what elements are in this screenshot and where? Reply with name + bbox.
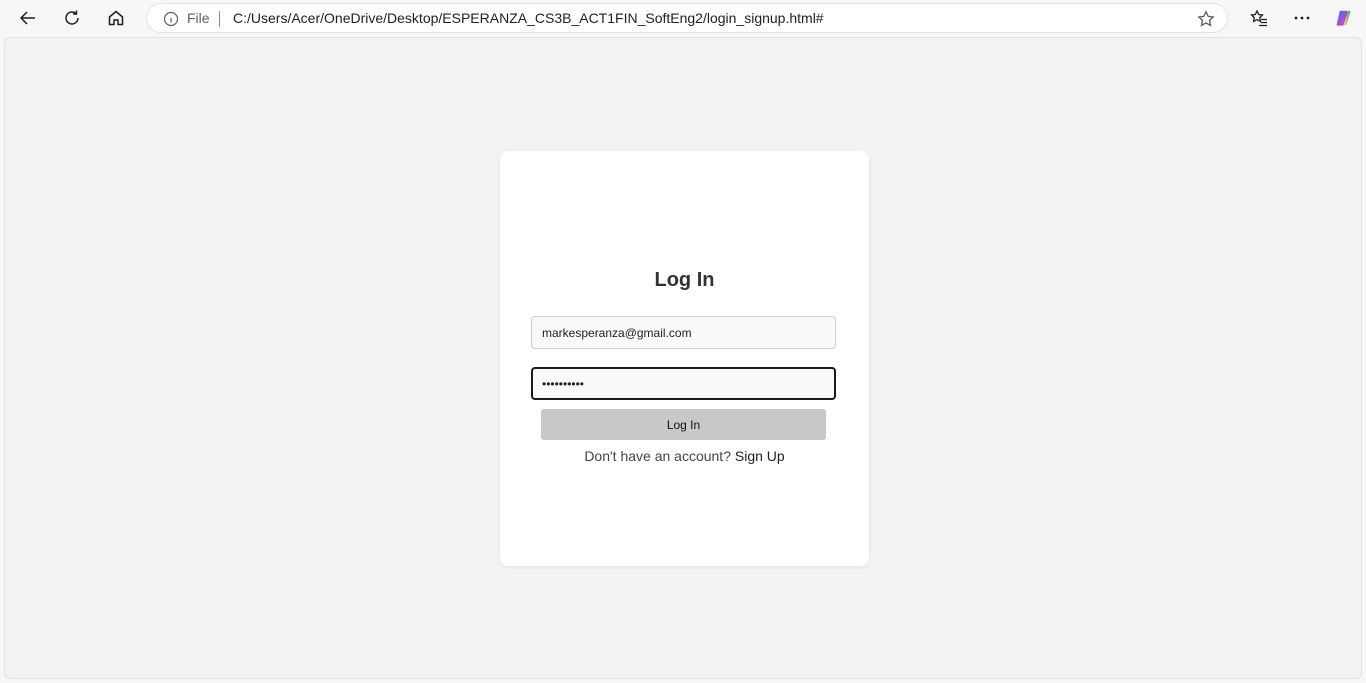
- star-icon[interactable]: [1197, 10, 1215, 28]
- login-title: Log In: [654, 269, 715, 291]
- signup-prompt: Don't have an account?: [584, 448, 731, 464]
- browser-toolbar: File C:/Users/Acer/OneDrive/Desktop/ESPE…: [0, 0, 1366, 36]
- copilot-icon: [1336, 10, 1351, 26]
- more-button[interactable]: [1287, 4, 1317, 32]
- page-viewport: Log In Log In Don't have an account? Sig…: [4, 37, 1362, 679]
- home-icon: [108, 10, 124, 26]
- url-scheme: File: [187, 10, 210, 26]
- info-icon[interactable]: [163, 11, 179, 27]
- more-icon: [1294, 16, 1310, 20]
- address-separator: [219, 11, 220, 27]
- reload-icon: [65, 10, 79, 25]
- home-button[interactable]: [101, 4, 131, 32]
- url-text[interactable]: C:/Users/Acer/OneDrive/Desktop/ESPERANZA…: [233, 10, 824, 26]
- email-field[interactable]: [531, 316, 836, 349]
- password-field[interactable]: [531, 367, 836, 400]
- reload-button[interactable]: [57, 4, 87, 32]
- login-button[interactable]: Log In: [541, 409, 826, 440]
- signup-link[interactable]: Sign Up: [735, 448, 785, 464]
- address-bar[interactable]: File C:/Users/Acer/OneDrive/Desktop/ESPE…: [146, 3, 1228, 33]
- back-button[interactable]: [13, 4, 43, 32]
- copilot-button[interactable]: [1329, 4, 1359, 32]
- favorites-button[interactable]: [1244, 4, 1274, 32]
- login-card: Log In Log In Don't have an account? Sig…: [500, 151, 869, 566]
- arrow-left-icon: [19, 11, 35, 25]
- signup-prompt-line: Don't have an account? Sign Up: [500, 448, 869, 464]
- favorites-icon: [1250, 9, 1267, 27]
